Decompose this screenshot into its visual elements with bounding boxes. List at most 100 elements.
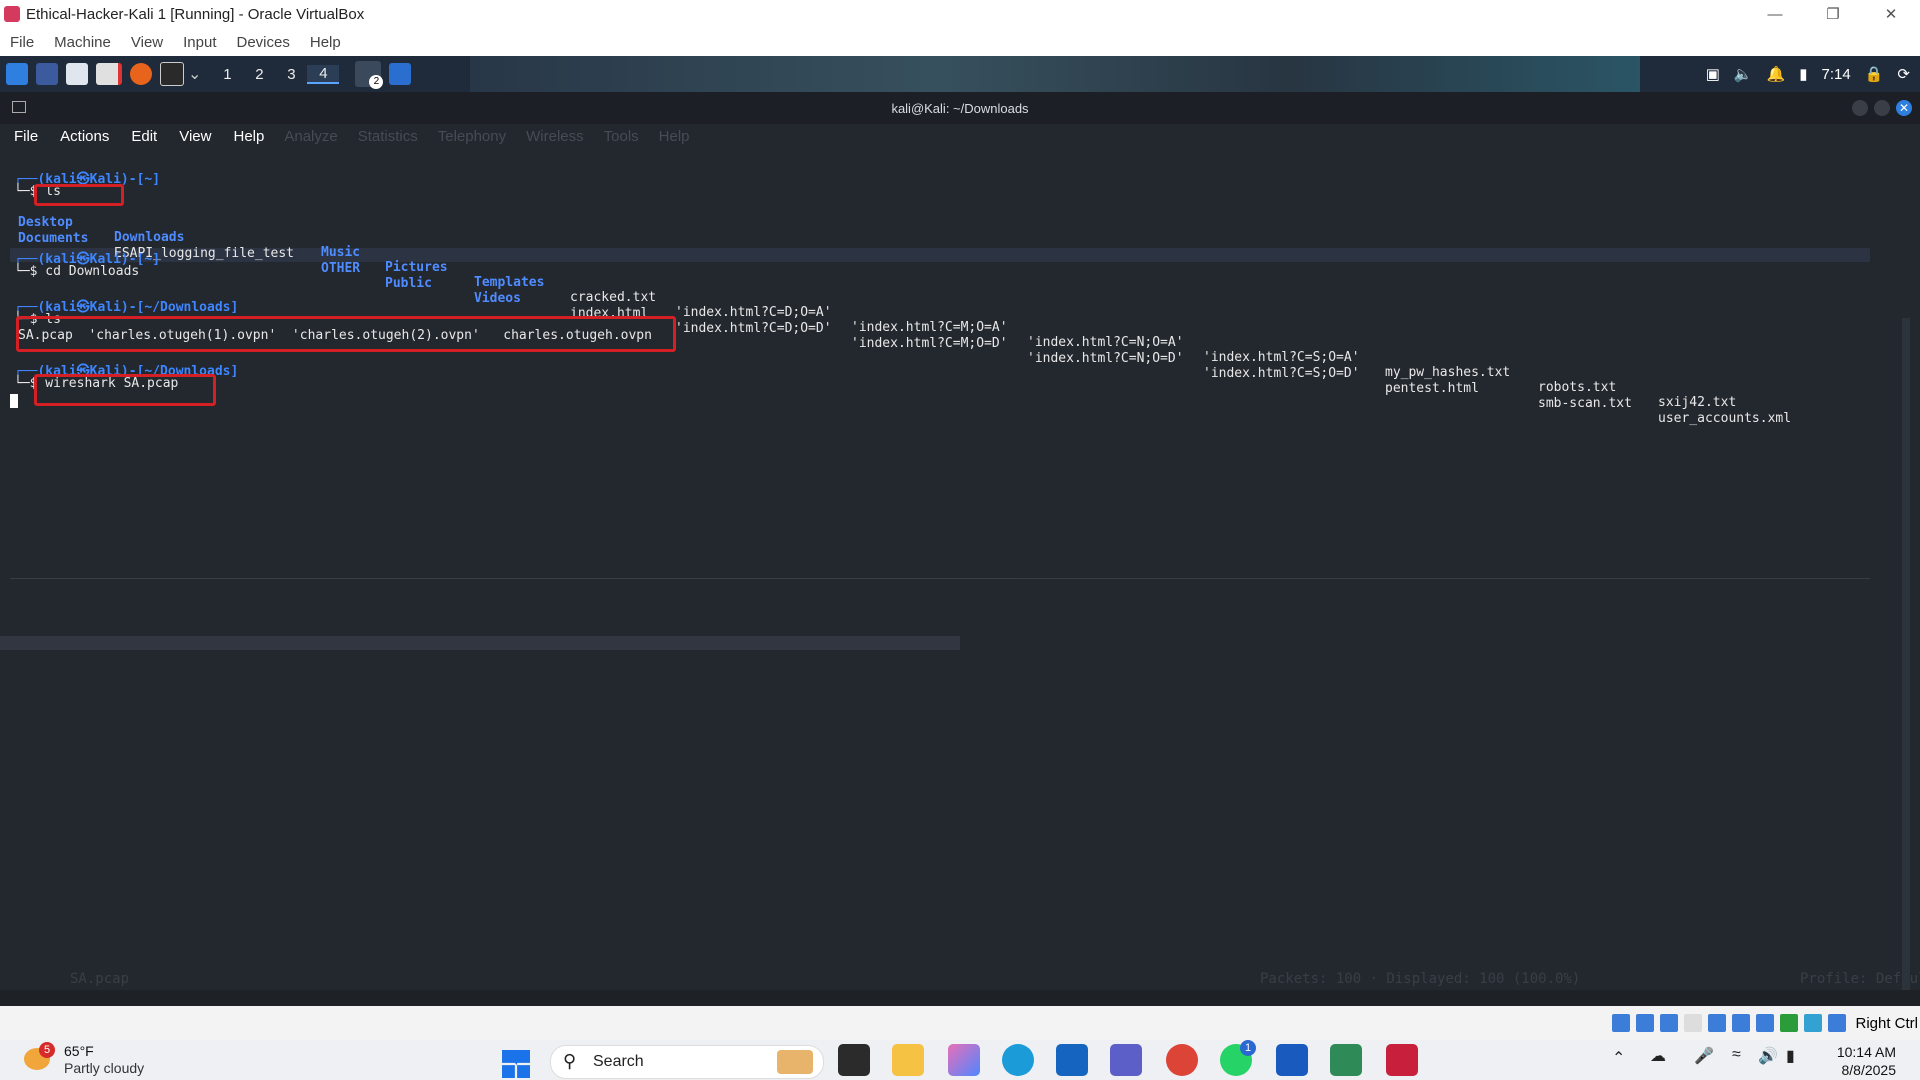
chrome-icon[interactable] xyxy=(1166,1044,1198,1076)
menu-help[interactable]: Help xyxy=(310,34,341,51)
network-icon[interactable] xyxy=(1684,1014,1703,1032)
menu-machine[interactable]: Machine xyxy=(54,34,111,51)
terminal-maximize-button[interactable] xyxy=(1874,100,1890,116)
wireshark-ghost-window: SA.pcap Packets: 100 · Displayed: 100 (1… xyxy=(0,148,1920,990)
chevron-down-icon[interactable]: ⌄ xyxy=(188,64,201,84)
terminal-title-bar: kali@Kali: ~/Downloads ✕ xyxy=(0,92,1920,124)
volume-icon[interactable]: 🔈 xyxy=(1734,65,1753,83)
workspace-2[interactable]: 2 xyxy=(243,66,275,83)
terminal-body[interactable]: SA.pcap Packets: 100 · Displayed: 100 (1… xyxy=(0,148,1920,990)
terminal-menu-view[interactable]: View xyxy=(179,128,211,145)
highlight-box-wireshark xyxy=(34,374,216,406)
ghost-menu-tools: Tools xyxy=(603,127,639,145)
taskbar-search-box[interactable]: ⚲ Search xyxy=(550,1045,824,1079)
ghost-menu-help: Help xyxy=(658,127,690,145)
search-highlight-icon xyxy=(777,1050,813,1074)
desktop-icon[interactable] xyxy=(36,63,58,85)
ghost-menu-analyze: Analyze xyxy=(284,127,338,145)
audio-icon[interactable] xyxy=(1660,1014,1679,1032)
ghost-menu-wireless: Wireless xyxy=(526,127,584,145)
task-view-icon[interactable] xyxy=(838,1044,870,1076)
workspace-3[interactable]: 3 xyxy=(275,66,307,83)
tray-chevron-icon[interactable]: ⌃ xyxy=(1612,1048,1625,1068)
cpu-icon[interactable] xyxy=(1804,1014,1823,1032)
menu-view[interactable]: View xyxy=(131,34,163,51)
menu-input[interactable]: Input xyxy=(183,34,216,51)
shared-folders-icon[interactable] xyxy=(1732,1014,1751,1032)
menu-devices[interactable]: Devices xyxy=(237,34,290,51)
terminal-menu-bar: File Actions Edit View Help Analyze Stat… xyxy=(0,124,1920,148)
minimize-button[interactable]: — xyxy=(1746,0,1804,28)
panel-clock[interactable]: 7:14 xyxy=(1822,66,1851,83)
virtualbox-menu-bar: File Machine View Input Devices Help xyxy=(0,28,1920,56)
terminal-close-button[interactable]: ✕ xyxy=(1896,100,1912,116)
ghost-detail-selected xyxy=(0,636,960,650)
vscode-like-icon[interactable] xyxy=(1330,1044,1362,1076)
virtualbox-status-bar: Right Ctrl xyxy=(0,1006,1920,1040)
terminal-menu-edit[interactable]: Edit xyxy=(131,128,157,145)
virtualbox-logo-icon xyxy=(4,6,20,22)
kali-menu-icon[interactable] xyxy=(6,63,28,85)
battery-icon[interactable]: ▮ xyxy=(1799,65,1807,83)
workspace-4[interactable]: 4 xyxy=(307,64,340,84)
terminal-scrollbar[interactable] xyxy=(1902,318,1910,990)
whatsapp-badge: 1 xyxy=(1240,1040,1256,1056)
display-icon[interactable]: ▣ xyxy=(1706,65,1720,83)
speaker-icon[interactable]: 🔊 xyxy=(1758,1046,1778,1066)
text-editor-icon[interactable] xyxy=(96,63,122,85)
mouse-integration-icon[interactable] xyxy=(1828,1014,1847,1032)
terminal-minimize-button[interactable] xyxy=(1852,100,1868,116)
recording-icon[interactable] xyxy=(1780,1014,1799,1032)
microphone-icon[interactable]: 🎤 xyxy=(1694,1046,1714,1066)
onedrive-icon[interactable]: ☁ xyxy=(1650,1046,1666,1066)
terminal-menu-file[interactable]: File xyxy=(14,128,38,145)
search-icon: ⚲ xyxy=(563,1051,577,1071)
weather-badge: 5 xyxy=(39,1042,55,1058)
terminal-cursor xyxy=(10,394,18,408)
ghost-menu-statistics: Statistics xyxy=(357,127,418,145)
weather-temp[interactable]: 65°F xyxy=(64,1043,94,1059)
tray-battery-icon[interactable]: ▮ xyxy=(1786,1046,1795,1066)
command-line-2: └─$ cd Downloads xyxy=(14,264,140,279)
ghost-menu-telephony: Telephony xyxy=(437,127,507,145)
close-button[interactable]: ✕ xyxy=(1862,0,1920,28)
taskbar-date[interactable]: 8/8/2025 xyxy=(1832,1062,1897,1078)
microsoft-store-icon[interactable] xyxy=(1056,1044,1088,1076)
teams-icon[interactable] xyxy=(1110,1044,1142,1076)
optical-drive-icon[interactable] xyxy=(1636,1014,1655,1032)
edge-icon[interactable] xyxy=(1002,1044,1034,1076)
wifi-icon[interactable]: ≈ xyxy=(1732,1046,1741,1064)
restore-button[interactable]: ❐ xyxy=(1804,0,1862,28)
word-icon[interactable] xyxy=(1276,1044,1308,1076)
power-icon[interactable]: ⟳ xyxy=(1897,65,1910,83)
start-button[interactable] xyxy=(502,1050,530,1078)
usb-icon[interactable] xyxy=(1708,1014,1727,1032)
firefox-icon[interactable] xyxy=(130,63,152,85)
notification-bell-icon[interactable]: 🔔 xyxy=(1767,65,1786,83)
menu-file[interactable]: File xyxy=(10,34,34,51)
ghost-status-packets: Packets: 100 · Displayed: 100 (100.0%) xyxy=(1260,971,1581,987)
hard-disk-icon[interactable] xyxy=(1612,1014,1631,1032)
virtualbox-title-bar: Ethical-Hacker-Kali 1 [Running] - Oracle… xyxy=(0,0,1920,28)
wireshark-task-icon[interactable] xyxy=(389,63,412,85)
file-manager-icon[interactable] xyxy=(66,63,88,85)
file-explorer-icon[interactable] xyxy=(892,1044,924,1076)
terminal-window-icon xyxy=(12,101,26,113)
terminal-icon[interactable] xyxy=(160,62,184,86)
workspace-1[interactable]: 1 xyxy=(211,66,243,83)
search-label: Search xyxy=(593,1053,644,1070)
whatsapp-icon[interactable]: 1 xyxy=(1220,1040,1256,1076)
display-status-icon[interactable] xyxy=(1756,1014,1775,1032)
weather-description[interactable]: Partly cloudy xyxy=(64,1060,144,1076)
virtualbox-taskbar-icon[interactable] xyxy=(1386,1044,1418,1076)
terminal-title: kali@Kali: ~/Downloads xyxy=(891,100,1029,116)
terminal-menu-actions[interactable]: Actions xyxy=(60,128,109,145)
lock-icon[interactable]: 🔒 xyxy=(1865,65,1884,83)
highlight-box-downloads xyxy=(16,316,676,352)
panel-background-image xyxy=(470,56,1640,92)
taskbar-time[interactable]: 10:14 AM xyxy=(1832,1044,1896,1060)
window-title: Ethical-Hacker-Kali 1 [Running] - Oracle… xyxy=(26,5,365,23)
terminal-task-button[interactable]: 2 xyxy=(355,61,384,89)
copilot-icon[interactable] xyxy=(948,1044,980,1076)
terminal-menu-help[interactable]: Help xyxy=(233,128,264,145)
